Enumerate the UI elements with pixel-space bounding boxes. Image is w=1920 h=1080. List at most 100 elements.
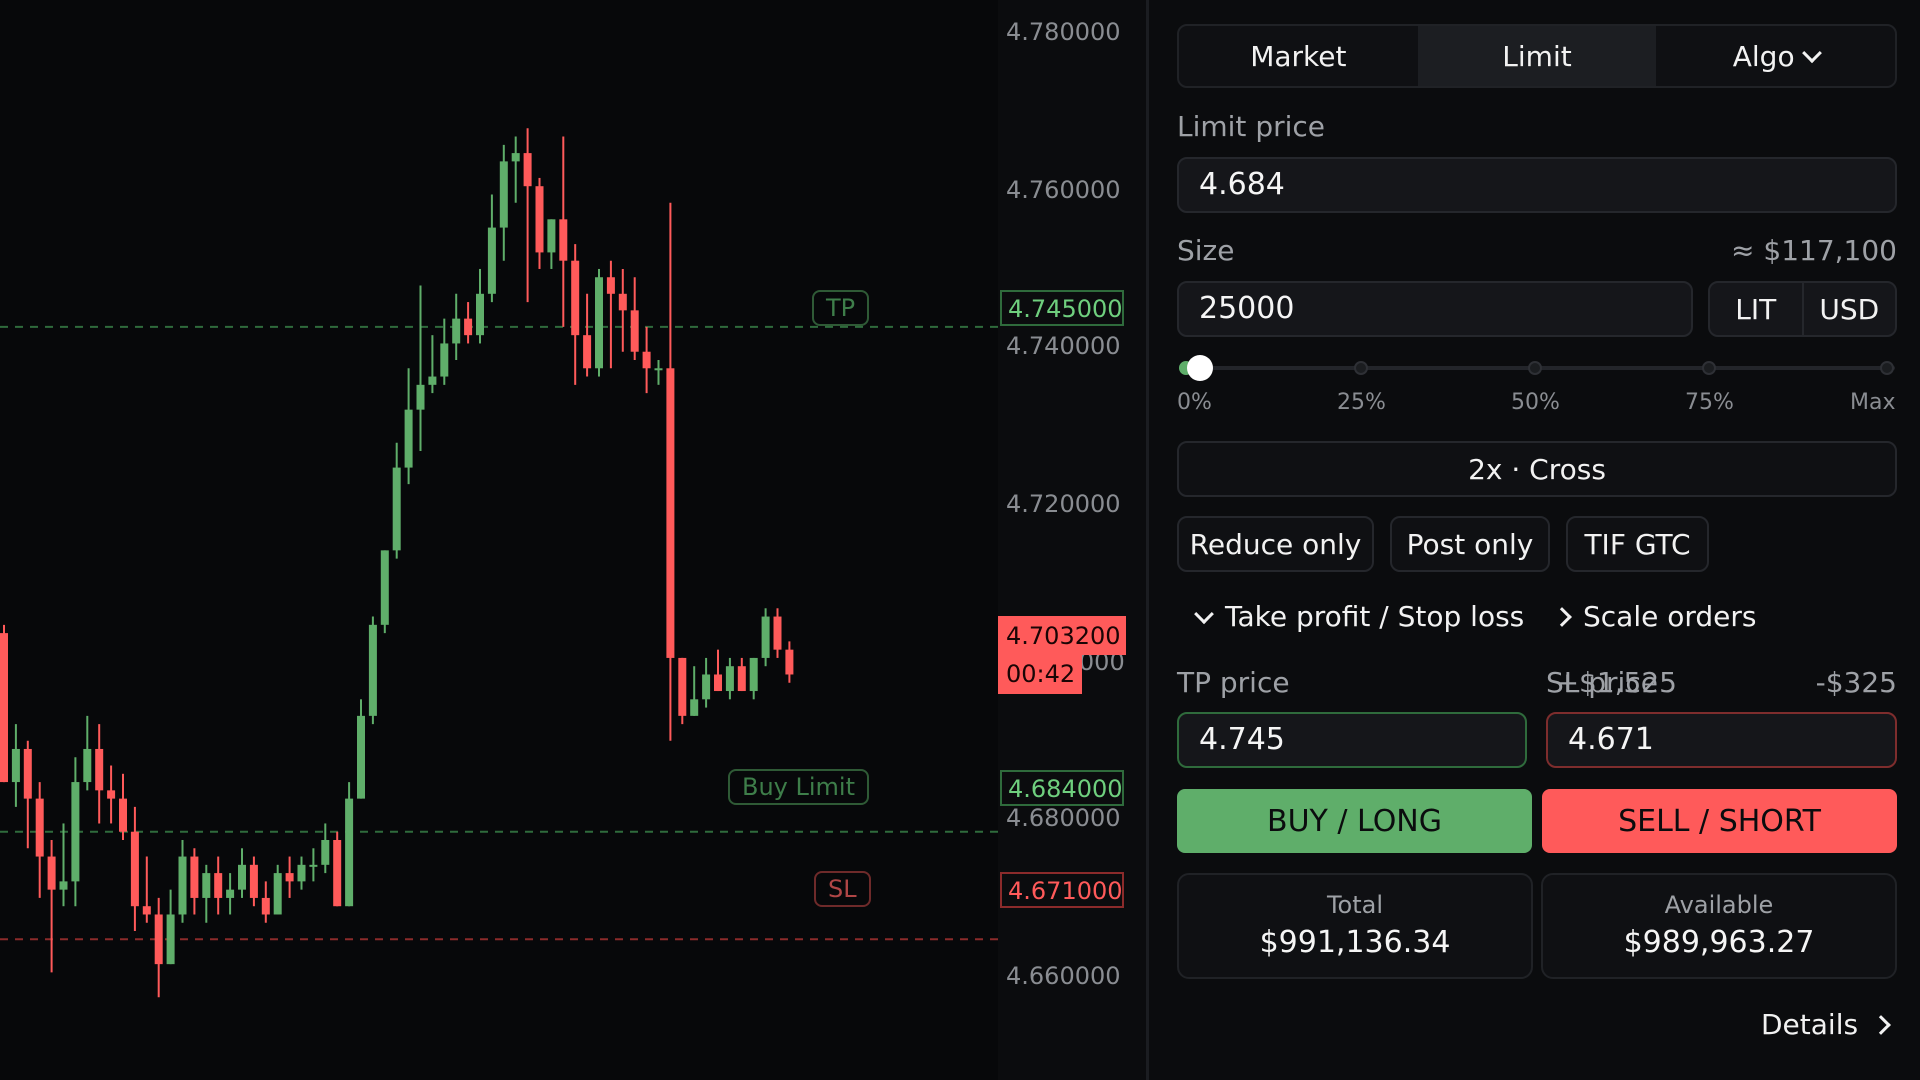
candle-body <box>642 351 651 369</box>
candle-body <box>321 840 330 865</box>
axis-tick-label: 4.680000 <box>1006 804 1121 832</box>
tab-algo[interactable]: Algo <box>1656 26 1895 86</box>
tab-limit[interactable]: Limit <box>1417 26 1657 86</box>
candle-body <box>83 748 92 783</box>
buy-long-button[interactable]: BUY / LONG <box>1177 789 1532 853</box>
candle <box>583 293 592 377</box>
candle <box>452 293 461 360</box>
scale-orders-toggle[interactable]: Scale orders <box>1552 600 1756 633</box>
available-value: $989,963.27 <box>1623 925 1815 960</box>
tp-sl-toggle[interactable]: Take profit / Stop loss <box>1194 600 1524 633</box>
slider-tick-25[interactable] <box>1354 361 1368 375</box>
candle <box>392 442 401 559</box>
candle-body <box>0 633 8 783</box>
candle <box>83 715 92 791</box>
candle-body <box>416 384 425 410</box>
candle-body <box>142 906 151 915</box>
candle <box>630 277 639 360</box>
details-link[interactable]: Details <box>1761 1008 1891 1041</box>
post-only-toggle[interactable]: Post only <box>1390 516 1550 572</box>
tp-line-label[interactable]: TP <box>812 290 870 326</box>
limit-price-label: Limit price <box>1177 110 1325 143</box>
candle <box>618 268 627 352</box>
candle-body <box>725 666 734 692</box>
total-label: Total <box>1326 891 1384 919</box>
candle-body <box>464 318 473 336</box>
sell-short-button[interactable]: SELL / SHORT <box>1542 789 1897 853</box>
candle-body <box>297 864 306 882</box>
order-type-selector: Market Limit Algo <box>1177 24 1897 88</box>
unit-lit-button[interactable]: LIT <box>1710 283 1802 335</box>
slider-tick-max[interactable] <box>1880 361 1894 375</box>
candle <box>606 260 615 369</box>
candle <box>476 268 484 344</box>
candle-body <box>630 310 639 352</box>
candle <box>226 873 235 915</box>
candle-body <box>166 914 175 965</box>
candle-body <box>690 699 699 716</box>
candle-body <box>273 873 282 915</box>
candle <box>59 823 68 907</box>
candle-body <box>107 790 116 799</box>
slider-tick-75[interactable] <box>1702 361 1716 375</box>
size-unit-toggle: LIT USD <box>1708 281 1897 337</box>
candle <box>761 608 770 667</box>
candle-body <box>714 674 722 692</box>
candle-body <box>47 856 56 890</box>
candle-body <box>404 409 413 468</box>
candle <box>333 831 342 907</box>
tp-price-label: TP price <box>1177 666 1290 699</box>
chevron-right-icon <box>1871 1014 1891 1035</box>
candle <box>273 864 282 915</box>
limit-price-input[interactable]: 4.684 <box>1177 157 1897 213</box>
chevron-down-icon <box>1194 603 1214 624</box>
tif-selector[interactable]: TIF GTC <box>1566 516 1709 572</box>
candle-body <box>226 889 235 898</box>
size-input[interactable]: 25000 <box>1177 281 1693 337</box>
candle-body <box>380 550 389 625</box>
unit-usd-button[interactable]: USD <box>1801 283 1896 335</box>
candle <box>523 128 532 303</box>
candle <box>559 136 568 327</box>
axis-tick-label: 4.760000 <box>1006 176 1121 204</box>
candle-body <box>309 864 318 867</box>
candle-body <box>547 219 556 253</box>
candle <box>285 856 294 898</box>
candle <box>142 856 151 923</box>
candle-body <box>606 277 615 294</box>
candle <box>357 699 365 799</box>
tp-price-input[interactable]: 4.745 <box>1177 712 1527 768</box>
details-label: Details <box>1761 1008 1859 1041</box>
reduce-only-toggle[interactable]: Reduce only <box>1177 516 1374 572</box>
candle <box>47 840 56 973</box>
buy-limit-line-label[interactable]: Buy Limit <box>728 769 870 805</box>
sl-price-input[interactable]: 4.671 <box>1546 712 1897 768</box>
candle-body <box>618 293 627 311</box>
tab-market[interactable]: Market <box>1179 26 1418 86</box>
candle <box>35 782 44 898</box>
candlestick-chart[interactable] <box>0 0 998 1080</box>
current-price-tag: 4.703200 00:42 <box>998 616 1126 694</box>
candle <box>130 806 139 932</box>
candle-body <box>285 873 294 882</box>
leverage-margin-button[interactable]: 2x · Cross <box>1177 441 1897 497</box>
candle <box>345 782 354 907</box>
sl-price-tag: 4.671000 <box>1000 872 1124 908</box>
price-chart[interactable]: TP Buy Limit SL <box>0 0 998 1080</box>
candle <box>714 649 722 692</box>
candle-body <box>737 666 746 692</box>
candle <box>499 144 508 261</box>
candle-body <box>368 624 377 716</box>
sl-line-label[interactable]: SL <box>814 871 871 907</box>
candle-body <box>238 864 246 890</box>
chevron-right-icon <box>1552 606 1572 627</box>
candle <box>487 194 496 303</box>
slider-tick-50[interactable] <box>1528 361 1542 375</box>
tab-algo-label: Algo <box>1732 39 1795 73</box>
available-balance-card: Available $989,963.27 <box>1541 873 1897 979</box>
tab-market-label: Market <box>1250 39 1347 73</box>
candle-body <box>23 748 32 799</box>
candle-body <box>261 897 270 915</box>
size-slider-thumb[interactable] <box>1187 355 1214 381</box>
candle-body <box>785 649 794 675</box>
